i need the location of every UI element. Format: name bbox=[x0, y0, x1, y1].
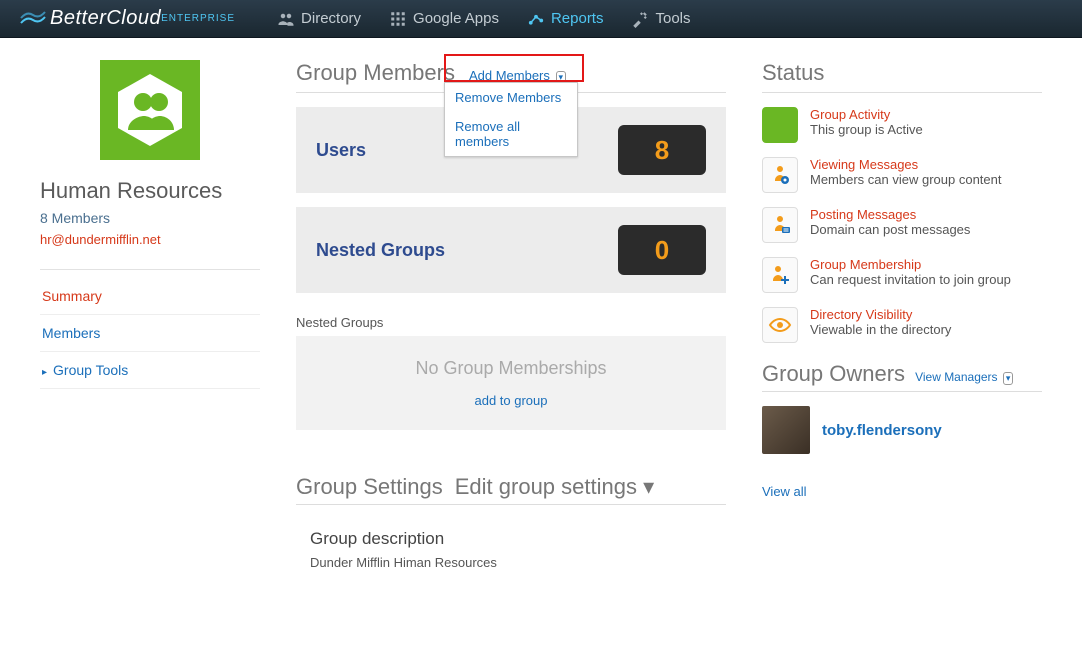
main-panel: Group Members Add Members ▾ Remove Membe… bbox=[296, 60, 726, 570]
users-label: Users bbox=[316, 140, 366, 161]
status-sub: Can request invitation to join group bbox=[810, 272, 1011, 287]
nav-reports[interactable]: Reports bbox=[513, 0, 618, 38]
brand-wave-icon bbox=[20, 10, 46, 28]
group-email[interactable]: hr@dundermifflin.net bbox=[40, 232, 260, 247]
annotation-highlight bbox=[444, 54, 584, 82]
status-label: Viewing Messages bbox=[810, 157, 1001, 172]
brand-logo: BetterCloud ENTERPRISE bbox=[20, 7, 235, 30]
status-sub: Members can view group content bbox=[810, 172, 1001, 187]
status-label: Directory Visibility bbox=[810, 307, 951, 322]
add-to-group-link[interactable]: add to group bbox=[306, 393, 716, 408]
group-description-text: Dunder Mifflin Himan Resources bbox=[310, 555, 726, 570]
owner-name: toby.flendersony bbox=[822, 422, 942, 439]
status-posting-messages: Posting MessagesDomain can post messages bbox=[762, 207, 1042, 243]
chevron-down-icon: ▾ bbox=[1003, 372, 1014, 385]
users-count: 8 bbox=[618, 125, 706, 175]
eye-icon bbox=[762, 307, 798, 343]
nested-empty-text: No Group Memberships bbox=[306, 358, 716, 379]
add-members-dropdown: Remove Members Remove all members bbox=[444, 82, 578, 157]
nested-groups-heading: Nested Groups bbox=[296, 315, 726, 330]
status-viewing-messages: Viewing MessagesMembers can view group c… bbox=[762, 157, 1042, 193]
right-panel: Status Group ActivityThis group is Activ… bbox=[762, 60, 1042, 570]
person-eye-icon bbox=[762, 157, 798, 193]
view-all-link[interactable]: View all bbox=[762, 484, 1042, 499]
sidenav-members[interactable]: Members bbox=[40, 315, 260, 352]
status-sub: This group is Active bbox=[810, 122, 923, 137]
status-title-text: Status bbox=[762, 60, 824, 86]
dropdown-remove-all-members[interactable]: Remove all members bbox=[445, 112, 577, 156]
owner-avatar bbox=[762, 406, 810, 454]
status-sub: Domain can post messages bbox=[810, 222, 970, 237]
brand-tier: ENTERPRISE bbox=[161, 13, 235, 24]
person-plus-icon bbox=[762, 257, 798, 293]
group-name: Human Resources bbox=[40, 178, 260, 204]
nav-reports-label: Reports bbox=[551, 10, 604, 27]
nested-groups-stat-card: Nested Groups 0 bbox=[296, 207, 726, 293]
side-nav: Summary Members Group Tools bbox=[40, 278, 260, 389]
status-group-activity: Group ActivityThis group is Active bbox=[762, 107, 1042, 143]
group-settings-title-text: Group Settings bbox=[296, 474, 443, 500]
sidenav-summary[interactable]: Summary bbox=[40, 278, 260, 315]
nav-tools[interactable]: Tools bbox=[617, 0, 704, 38]
nested-groups-box: No Group Memberships add to group bbox=[296, 336, 726, 430]
nav-tools-label: Tools bbox=[655, 10, 690, 27]
edit-group-settings-label: Edit group settings bbox=[455, 474, 637, 499]
status-label: Posting Messages bbox=[810, 207, 970, 222]
people-icon bbox=[277, 10, 295, 28]
edit-group-settings-button[interactable]: Edit group settings ▾ bbox=[455, 474, 654, 500]
sidenav-group-tools[interactable]: Group Tools bbox=[40, 352, 260, 389]
top-nav: BetterCloud ENTERPRISE Directory Google … bbox=[0, 0, 1082, 38]
status-active-icon bbox=[762, 107, 798, 143]
grid-icon bbox=[389, 10, 407, 28]
group-owners-title-text: Group Owners bbox=[762, 361, 905, 387]
nav-directory[interactable]: Directory bbox=[263, 0, 375, 38]
group-members-title-text: Group Members bbox=[296, 60, 455, 86]
owner-row[interactable]: toby.flendersony bbox=[762, 406, 1042, 454]
group-member-count: 8 Members bbox=[40, 210, 260, 226]
person-post-icon bbox=[762, 207, 798, 243]
divider bbox=[40, 269, 260, 270]
nav-directory-label: Directory bbox=[301, 10, 361, 27]
nested-groups-count: 0 bbox=[618, 225, 706, 275]
chart-icon bbox=[527, 10, 545, 28]
status-label: Group Membership bbox=[810, 257, 1011, 272]
group-owners-title: Group Owners View Managers ▾ bbox=[762, 361, 1042, 387]
status-title: Status bbox=[762, 60, 1042, 86]
dropdown-remove-members[interactable]: Remove Members bbox=[445, 83, 577, 112]
status-group-membership: Group MembershipCan request invitation t… bbox=[762, 257, 1042, 293]
group-description-heading: Group description bbox=[310, 529, 726, 549]
view-managers-button[interactable]: View Managers ▾ bbox=[915, 370, 1013, 385]
nav-google-apps-label: Google Apps bbox=[413, 10, 499, 27]
nested-groups-label: Nested Groups bbox=[316, 240, 445, 261]
nav-google-apps[interactable]: Google Apps bbox=[375, 0, 513, 38]
view-managers-label: View Managers bbox=[915, 370, 998, 384]
group-hex-icon bbox=[110, 70, 190, 150]
status-sub: Viewable in the directory bbox=[810, 322, 951, 337]
tools-icon bbox=[631, 10, 649, 28]
group-avatar bbox=[100, 60, 200, 160]
status-directory-visibility: Directory VisibilityViewable in the dire… bbox=[762, 307, 1042, 343]
group-settings-title: Group Settings Edit group settings ▾ bbox=[296, 474, 726, 500]
chevron-down-icon: ▾ bbox=[643, 474, 654, 499]
status-label: Group Activity bbox=[810, 107, 923, 122]
left-panel: Human Resources 8 Members hr@dundermiffl… bbox=[40, 60, 260, 570]
brand-name: BetterCloud bbox=[50, 7, 161, 30]
